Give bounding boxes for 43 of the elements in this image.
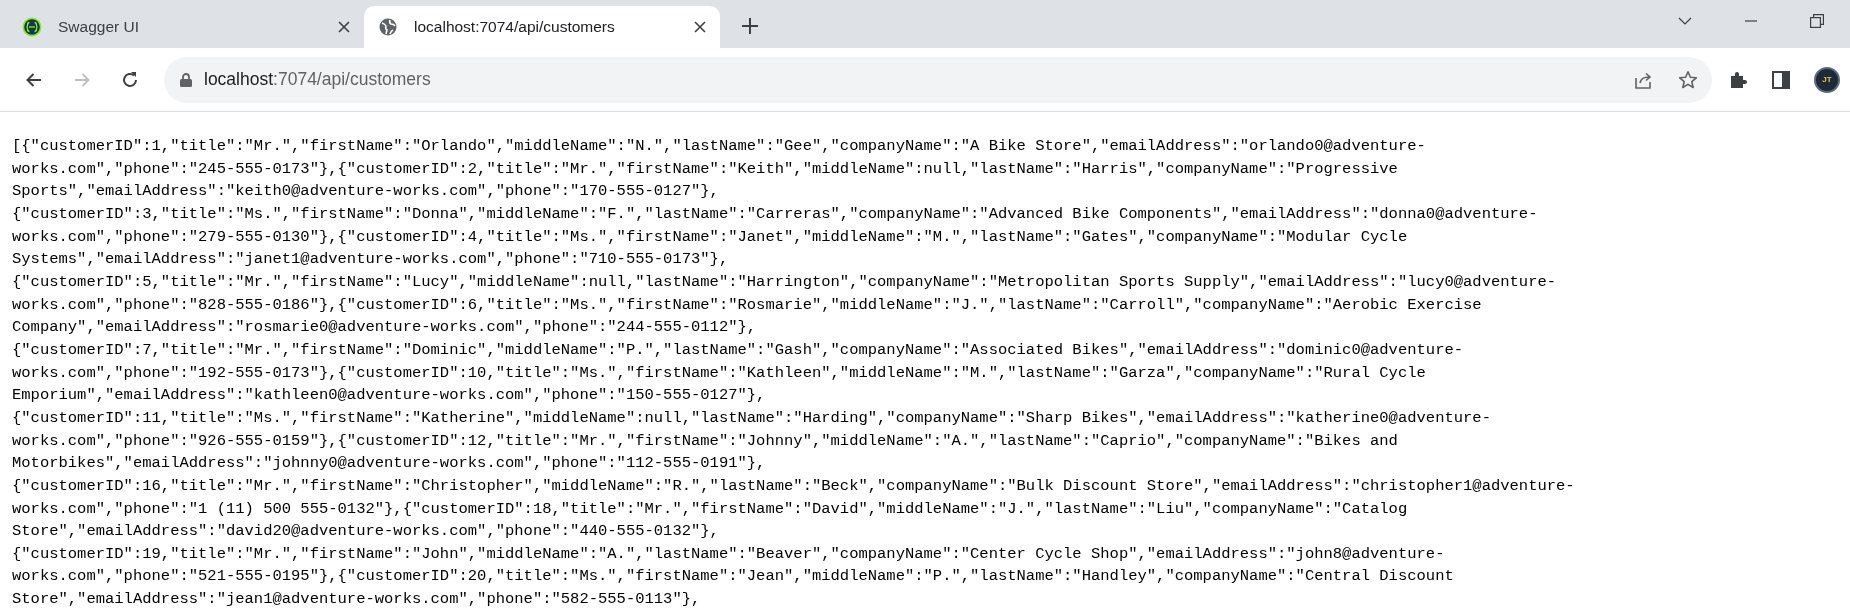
json-text-line: Company","emailAddress":"rosmarie0@adventure-works.com","phone":"244-555-0112"}, [12, 317, 757, 339]
address-field[interactable]: localhost:7074/api/customers [204, 66, 431, 93]
browser-tab[interactable]: localhost:7074/api/customers [364, 6, 720, 48]
side-panel-button[interactable] [1772, 70, 1790, 89]
close-icon[interactable] [694, 21, 706, 33]
curly-braces-logo-icon [22, 17, 42, 37]
restore-icon [1810, 14, 1824, 28]
puzzle-piece-icon [1728, 69, 1748, 90]
json-text-line: Sports","emailAddress":"keith0@adventure-works.com","phone":"170-555-0127"}, [12, 181, 719, 203]
json-text-line: {"customerID":7,"title":"Mr.","firstName":"Dominic","middleName":"P.","lastName":"Gash","companyName":"Associated Bikes","emailAddress":"dominic0@adventure- [12, 339, 1464, 361]
json-text-line: Systems","emailAddress":"janet1@adventure-works.com","phone":"710-555-0173"}, [12, 249, 729, 271]
json-text-line: works.com","phone":"192-555-0173"},{"customerID":10,"title":"Ms.","firstName":"Kathleen","middleName":"M.","lastName":"Garza","companyName":"Rural Cycle [12, 362, 1426, 384]
json-text-line: works.com","phone":"926-555-0159"},{"customerID":12,"title":"Mr.","firstName":"Johnny","middleName":"A.","lastName":"Caprio","companyName":"Bikes and [12, 430, 1398, 452]
minimize-icon [1745, 20, 1757, 22]
close-icon[interactable] [338, 21, 350, 33]
json-text-line: works.com","phone":"279-555-0130"},{"customerID":4,"title":"Ms.","firstName":"Janet","middleName":"M.","lastName":"Gates","companyName":"Modular Cycle [12, 226, 1408, 248]
json-text-line: Emporium","emailAddress":"kathleen0@adventure-works.com","phone":"150-555-0127"}, [12, 385, 766, 407]
json-text-line: {"customerID":16,"title":"Mr.","firstName":"Christopher","middleName":"R.","lastName":"Beck","companyName":"Bulk Discount Store","emailAddress":"christopher1@adventure- [12, 475, 1575, 497]
bookmark-button[interactable] [1678, 69, 1698, 90]
share-icon [1634, 70, 1654, 89]
json-text-line: [{"customerID":1,"title":"Mr.","firstName":"Orlando","middleName":"N.","lastName":"Gee","companyName":"A Bike Store","emailAddress":"orlando0@adventure- [12, 136, 1426, 157]
share-button[interactable] [1634, 70, 1654, 89]
extensions-button[interactable] [1728, 69, 1748, 90]
json-text-line: Store","emailAddress":"david20@adventure-works.com","phone":"440-555-0132"}, [12, 521, 719, 543]
side-panel-icon [1772, 70, 1790, 89]
json-text-line: works.com","phone":"828-555-0186"},{"customerID":6,"title":"Ms.","firstName":"Rosmarie","middleName":"J.","lastName":"Carroll","companyName":"Aerobic Exercise [12, 294, 1482, 316]
star-icon [1678, 69, 1698, 90]
json-text-line: works.com","phone":"245-555-0173"},{"customerID":2,"title":"Mr.","firstName":"Keith","middleName":null,"lastName":"Harris","companyName":"Progressive [12, 158, 1398, 180]
globe-icon [378, 17, 398, 37]
plus-icon [741, 17, 759, 35]
json-text-line: {"customerID":3,"title":"Ms.","firstName":"Donna","middleName":"F.","lastName":"Carreras","companyName":"Advanced Bike Components","emailAddress":"donna0@adventure- [12, 203, 1538, 225]
json-text-line: {"customerID":19,"title":"Mr.","firstName":"John","middleName":"A.","lastName":"Beaver","companyName":"Center Cycle Shop","emailAddress":"john8@adventure- [12, 543, 1445, 565]
profile-avatar[interactable]: JT [1814, 66, 1840, 93]
chevron-down-icon [1678, 17, 1692, 25]
json-text-line: {"customerID":11,"title":"Ms.","firstName":"Katherine","middleName":null,"lastName":"Harding","companyName":"Sharp Bikes","emailAddress":"katherine0@adventure- [12, 407, 1491, 429]
json-text-line: works.com","phone":"1 (11) 500 555-0132"},{"customerID":18,"title":"Mr.","firstName":"David","middleName":"J.","lastName":"Liu","companyName":"Catalog [12, 498, 1408, 520]
json-text-line: Motorbikes","emailAddress":"johnny0@adventure-works.com","phone":"112-555-0191"}, [12, 453, 766, 475]
json-text-line: works.com","phone":"521-555-0195"},{"customerID":20,"title":"Ms.","firstName":"Jean","middleName":"P.","lastName":"Handley","companyName":"Central Discount [12, 566, 1454, 588]
browser-tab[interactable]: Swagger UI [8, 6, 364, 48]
json-text-line: Store","emailAddress":"jean1@adventure-works.com","phone":"582-555-0113"}, [12, 589, 701, 611]
json-text-line: {"customerID":5,"title":"Mr.","firstName":"Lucy","middleName":null,"lastName":"Harrington","companyName":"Metropolitan Sports Supply","emailAddress":"lucy0@adventure- [12, 271, 1557, 293]
lock-icon [180, 72, 192, 87]
reload-icon [120, 69, 140, 90]
